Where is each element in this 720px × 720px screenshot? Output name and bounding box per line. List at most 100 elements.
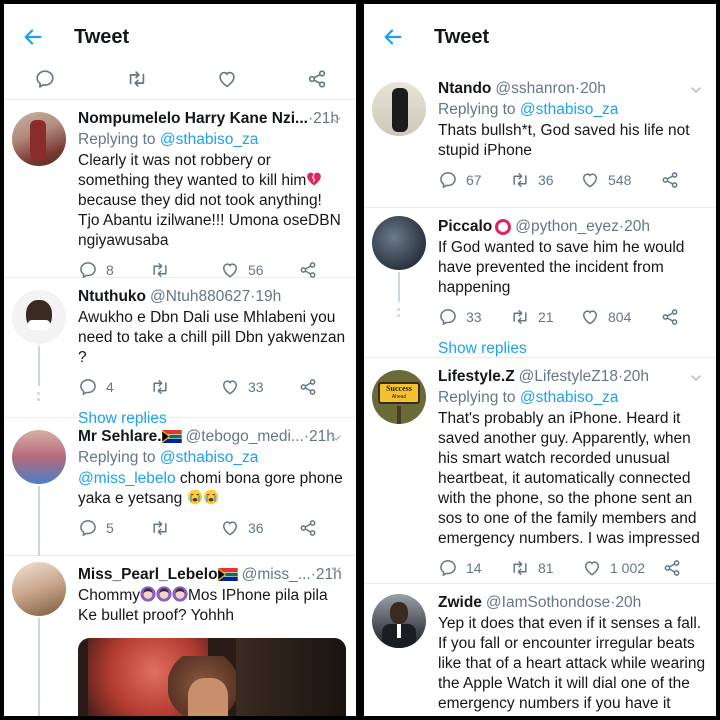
like-button[interactable]: 36: [220, 518, 298, 538]
reply-tweet[interactable]: Zwide @IamSothondose · 20h Yep it does t…: [364, 584, 716, 716]
retweet-icon[interactable]: [126, 68, 148, 90]
thread-line: [38, 618, 40, 716]
reply-tweet[interactable]: Nompumelelo Harry Kane Nzi... · 21h Repl…: [4, 100, 356, 278]
chevron-down-icon[interactable]: [688, 370, 704, 391]
mention-link[interactable]: @sthabiso_za: [520, 101, 618, 118]
display-name[interactable]: Lifestyle.Z: [438, 366, 515, 387]
handle[interactable]: @LifestyleZ18: [519, 366, 618, 387]
reply-button[interactable]: 8: [78, 260, 150, 280]
back-arrow-icon[interactable]: [18, 22, 48, 52]
share-button[interactable]: [298, 377, 318, 397]
share-button[interactable]: [662, 558, 682, 578]
broken-heart-emoji: [306, 171, 322, 187]
retweet-button[interactable]: 21: [510, 307, 580, 327]
share-button[interactable]: [660, 170, 680, 190]
like-icon: [220, 518, 240, 538]
avatar[interactable]: [372, 594, 426, 648]
like-button[interactable]: 1 002: [582, 558, 662, 578]
avatar[interactable]: Success Ahead: [372, 370, 426, 424]
display-name[interactable]: Ntando: [438, 78, 491, 99]
handle[interactable]: @IamSothondose: [486, 592, 610, 613]
like-button[interactable]: 804: [580, 307, 660, 327]
retweet-button[interactable]: [150, 377, 220, 397]
reply-button[interactable]: 4: [78, 377, 150, 397]
timestamp: 19h: [255, 288, 282, 305]
handle[interactable]: @miss_...: [242, 564, 311, 585]
thread-line: [38, 486, 40, 556]
mention-link[interactable]: @miss_lebelo: [78, 470, 176, 487]
share-button[interactable]: [298, 260, 318, 280]
avatar[interactable]: [12, 112, 66, 166]
like-button[interactable]: 33: [220, 377, 298, 397]
reply-tweet[interactable]: Ntando @sshanron · 20h Replying to @stha…: [364, 70, 716, 208]
tweet-text: Thats bullsh*t, God saved his life not s…: [438, 122, 690, 159]
retweet-button[interactable]: [150, 518, 220, 538]
avatar[interactable]: [12, 562, 66, 616]
avatar-sign-subtext: Ahead: [391, 394, 407, 400]
like-button[interactable]: 548: [580, 170, 660, 190]
chevron-down-icon[interactable]: [328, 430, 344, 451]
red-circle-emoji: [495, 218, 512, 235]
handle[interactable]: @tebogo_medi...: [186, 426, 304, 447]
reply-tweet[interactable]: Piccalo @python_eyez · 20h If God wanted…: [364, 208, 716, 358]
display-name[interactable]: Miss_Pearl_Lebelo: [78, 564, 218, 585]
like-icon: [580, 307, 600, 327]
tweet-media-image[interactable]: [78, 638, 346, 716]
reply-tweet[interactable]: Miss_Pearl_Lebelo @miss_... · 21h Chommy…: [4, 556, 356, 716]
tweet-text: Awukho e Dbn Dali use Mhlabeni you need …: [78, 309, 346, 366]
chevron-down-icon[interactable]: [328, 112, 344, 133]
like-button[interactable]: 56: [220, 260, 298, 280]
tweet-text: Chommy Mos IPhone pila pila Ke bullet pro…: [78, 586, 328, 624]
main-tweet-actions: [4, 70, 356, 100]
replying-to: Replying to @sthabiso_za: [438, 101, 619, 118]
tweet-meta: Miss_Pearl_Lebelo @miss_... · 21h: [78, 564, 342, 585]
display-name[interactable]: Ntuthuko: [78, 286, 146, 307]
mention-link[interactable]: @sthabiso_za: [160, 449, 258, 466]
share-icon: [298, 377, 318, 397]
like-icon[interactable]: [216, 68, 238, 90]
share-icon[interactable]: [306, 68, 328, 90]
reply-icon[interactable]: [34, 68, 56, 90]
tweet-actions: 33 21 804: [438, 298, 706, 336]
retweet-icon: [150, 377, 170, 397]
display-name[interactable]: Piccalo: [438, 216, 492, 237]
chevron-down-icon[interactable]: [328, 562, 344, 583]
reply-button[interactable]: 5: [78, 518, 150, 538]
handle[interactable]: @python_eyez: [515, 216, 619, 237]
reply-icon: [438, 170, 458, 190]
reply-button[interactable]: 14: [438, 558, 510, 578]
display-name[interactable]: Zwide: [438, 592, 482, 613]
share-icon: [660, 307, 680, 327]
mention-link[interactable]: @sthabiso_za: [520, 389, 618, 406]
chevron-down-icon[interactable]: [688, 82, 704, 103]
retweet-button[interactable]: [150, 260, 220, 280]
avatar[interactable]: [12, 430, 66, 484]
like-icon: [220, 377, 240, 397]
reply-tweet[interactable]: Mr Sehlare. @tebogo_medi... · 21h Replyi…: [4, 418, 356, 556]
avatar[interactable]: [12, 290, 66, 344]
reply-tweet[interactable]: Success Ahead Lifestyle.Z @LifestyleZ18 …: [364, 358, 716, 584]
display-name[interactable]: Mr Sehlare.: [78, 426, 162, 447]
mention-link[interactable]: @sthabiso_za: [160, 131, 258, 148]
avatar-sign-text: Success: [386, 384, 412, 393]
retweet-button[interactable]: 81: [510, 558, 582, 578]
reply-icon: [438, 307, 458, 327]
avatar[interactable]: [372, 216, 426, 270]
avatar[interactable]: [372, 82, 426, 136]
handle[interactable]: @sshanron: [495, 78, 575, 99]
woman-emoji: [172, 586, 188, 602]
tweet-text: Yep it does that even if it senses a fal…: [438, 615, 706, 716]
tweet-meta: Lifestyle.Z @LifestyleZ18 · 20h: [438, 366, 650, 387]
reply-button[interactable]: 33: [438, 307, 510, 327]
share-button[interactable]: [298, 518, 318, 538]
display-name[interactable]: Nompumelelo Harry Kane Nzi...: [78, 108, 308, 129]
reply-tweet[interactable]: Ntuthuko @Ntuh880627 · 19h Awukho e Dbn …: [4, 278, 356, 427]
retweet-button[interactable]: 36: [510, 170, 580, 190]
reply-icon: [78, 260, 98, 280]
share-button[interactable]: [660, 307, 680, 327]
handle[interactable]: @Ntuh880627: [150, 286, 250, 307]
reply-icon: [438, 558, 458, 578]
back-arrow-icon[interactable]: [378, 22, 408, 52]
reply-button[interactable]: 67: [438, 170, 510, 190]
tweet-text: If God wanted to save him he would have …: [438, 239, 685, 296]
